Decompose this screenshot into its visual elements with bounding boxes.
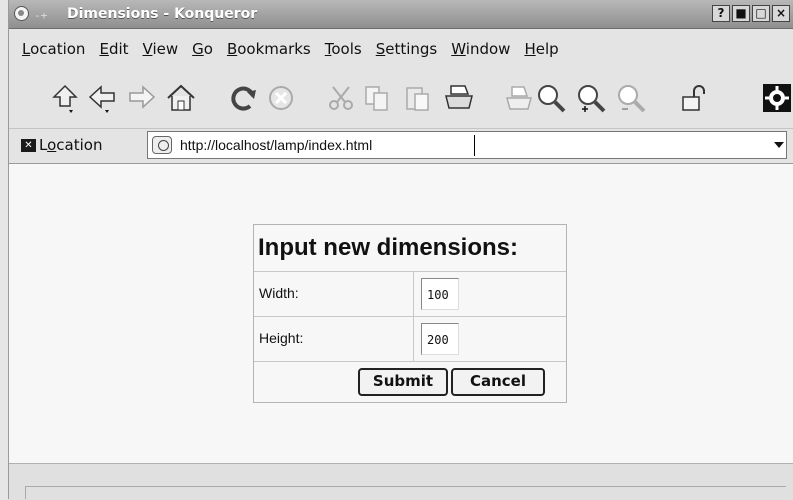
reload-icon[interactable] [227,82,259,114]
zoom-out-icon[interactable] [615,82,647,114]
menu-tools[interactable]: Tools [318,36,369,64]
menu-bookmarks[interactable]: Bookmarks [220,36,318,64]
cut-icon[interactable] [325,82,357,114]
menu-label: ookmarks [237,40,311,58]
form-button-row: Submit Cancel [254,362,566,402]
width-row: Width: 100 [254,272,566,317]
menu-label: dit [108,40,129,58]
title-bar[interactable]: -+ Dimensions - Konqueror ? ■ □ × [9,0,793,29]
sticky-pin-icon[interactable]: -+ [34,9,47,22]
browser-window: -+ Dimensions - Konqueror ? ■ □ × Locati… [8,0,793,500]
form-title: Input new dimensions: [254,225,566,272]
height-input[interactable]: 200 [421,323,459,355]
back-icon[interactable] [87,82,119,114]
url-dropdown-arrow-icon[interactable] [774,142,784,148]
menu-window[interactable]: Window [444,36,517,64]
menu-mnemonic: G [192,40,204,58]
menu-edit[interactable]: Edit [92,36,135,64]
print-icon[interactable] [443,82,475,114]
paste-icon[interactable] [401,82,433,114]
copy-icon[interactable] [361,82,393,114]
menu-mnemonic: B [226,40,238,58]
stop-icon[interactable] [265,82,297,114]
menu-settings[interactable]: Settings [369,36,445,64]
cancel-button[interactable]: Cancel [451,368,545,396]
menu-bar: Location Edit View Go Bookmarks Tools Se… [9,36,566,64]
height-row: Height: 200 [254,317,566,362]
home-icon[interactable] [165,82,197,114]
status-bar [9,463,793,500]
url-text[interactable]: http://localhost/lamp/index.html [180,137,372,153]
menu-label: o [203,40,213,58]
maximize-button[interactable]: □ [752,5,770,22]
text-caret [474,135,475,156]
konqueror-app-icon[interactable] [14,6,29,21]
menu-help[interactable]: Help [517,36,565,64]
location-bar: ✕ Location http://localhost/lamp/index.h… [9,128,793,163]
width-label: Width: [254,272,414,316]
zoom-in-icon[interactable] [575,82,607,114]
location-label-end: cation [56,136,103,154]
width-input-cell: 100 [414,272,566,316]
menu-label: iew [152,40,179,58]
main-toolbar [9,76,793,120]
menu-view[interactable]: View [136,36,186,64]
lock-icon[interactable] [677,82,709,114]
menu-mnemonic: L [22,40,31,58]
page-favicon-icon [152,136,172,154]
menu-label: ocation [30,40,86,58]
menu-mnemonic: E [99,40,109,58]
print-frame-icon[interactable] [503,82,535,114]
height-label: Height: [254,317,414,361]
menu-mnemonic: W [451,40,466,58]
menu-label: indow [465,40,511,58]
minimize-button[interactable]: ■ [732,5,750,22]
dimensions-form: Input new dimensions: Width: 100 Height:… [253,224,567,403]
menu-mnemonic: H [524,40,536,58]
window-controls: ? ■ □ × [712,5,790,22]
menu-location[interactable]: Location [15,36,92,64]
url-field[interactable]: http://localhost/lamp/index.html [147,131,787,159]
menu-label: elp [535,40,559,58]
submit-button[interactable]: Submit [358,368,448,396]
forward-icon[interactable] [125,82,157,114]
window-title: Dimensions - Konqueror [67,6,258,22]
menu-go[interactable]: Go [185,36,220,64]
status-bar-panel [25,486,786,499]
up-icon[interactable] [49,82,81,114]
menu-label: ools [331,40,362,58]
location-label-start: L [39,136,48,154]
height-input-cell: 200 [414,317,566,361]
clear-location-icon[interactable]: ✕ [21,139,36,152]
close-button[interactable]: × [772,5,790,22]
menu-label: ettings [385,40,438,58]
page-content: Input new dimensions: Width: 100 Height:… [9,163,793,464]
menu-mnemonic: S [375,40,386,58]
location-label: Location [39,136,102,154]
zoom-icon[interactable] [535,82,567,114]
location-label-mnemonic: o [47,136,57,154]
help-button[interactable]: ? [712,5,730,22]
width-input[interactable]: 100 [421,278,459,310]
menu-mnemonic: V [142,40,153,58]
throbber-icon [761,82,793,114]
